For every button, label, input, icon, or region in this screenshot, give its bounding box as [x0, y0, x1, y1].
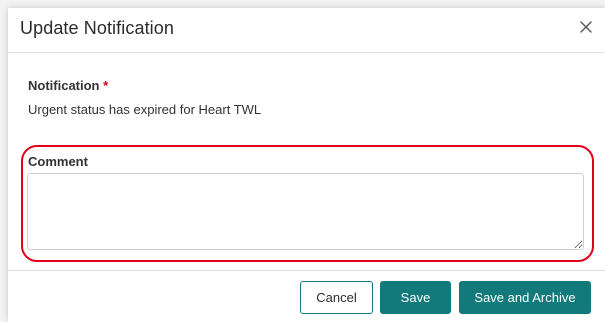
update-notification-dialog: Update Notification Notification * Urgen…	[8, 8, 605, 322]
comment-label: Comment	[28, 154, 88, 169]
save-button[interactable]: Save	[380, 281, 451, 314]
comment-input[interactable]	[27, 173, 584, 250]
required-marker: *	[103, 78, 109, 93]
close-icon	[580, 20, 592, 38]
cancel-button[interactable]: Cancel	[300, 281, 373, 314]
notification-value: Urgent status has expired for Heart TWL	[28, 102, 262, 117]
save-and-archive-button[interactable]: Save and Archive	[459, 281, 591, 314]
footer-divider	[8, 270, 605, 271]
dialog-header: Update Notification	[8, 8, 605, 53]
close-button[interactable]	[576, 19, 596, 39]
notification-label: Notification *	[28, 78, 108, 93]
notification-label-text: Notification	[28, 78, 100, 93]
dialog-title: Update Notification	[20, 18, 174, 38]
